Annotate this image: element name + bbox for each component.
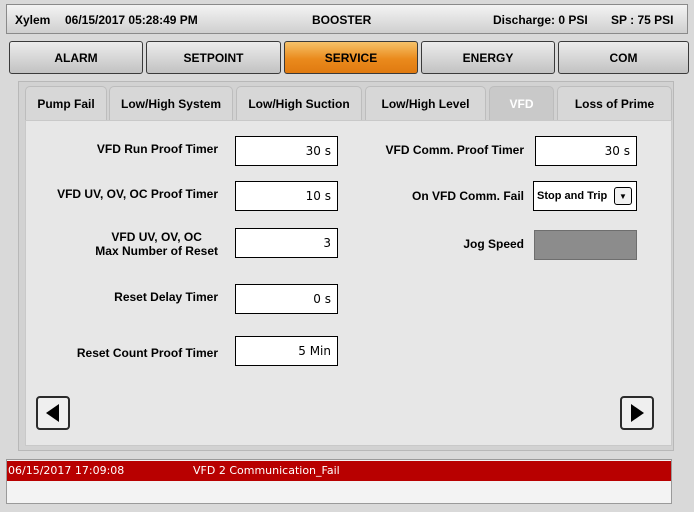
datetime-label: 06/15/2017 05:28:49 PM: [65, 13, 198, 27]
vfd-max-reset-label-line1: VFD UV, OV, OC: [111, 230, 202, 244]
vfd-run-proof-timer-label: VFD Run Proof Timer: [96, 142, 218, 156]
left-arrow-icon: [46, 404, 59, 422]
on-vfd-comm-fail-select[interactable]: Stop and Trip ▼: [533, 181, 637, 211]
jog-speed-label: Jog Speed: [463, 237, 524, 251]
jog-speed-field: [534, 230, 637, 260]
nav-setpoint-button[interactable]: SETPOINT: [146, 41, 281, 74]
vfd-uv-ov-oc-proof-timer-field[interactable]: 10 s: [235, 181, 338, 211]
vfd-comm-proof-timer-field[interactable]: 30 s: [535, 136, 637, 166]
header-bar: Xylem 06/15/2017 05:28:49 PM BOOSTER Dis…: [6, 4, 688, 34]
brand-label: Xylem: [15, 13, 51, 27]
tab-loss-of-prime[interactable]: Loss of Prime: [557, 86, 672, 120]
dropdown-arrow-icon[interactable]: ▼: [614, 187, 632, 205]
previous-page-button[interactable]: [36, 396, 70, 430]
tab-low-high-level[interactable]: Low/High Level: [365, 86, 486, 120]
vfd-settings-form: [25, 120, 672, 446]
nav-energy-button[interactable]: ENERGY: [421, 41, 555, 74]
discharge-label: Discharge: 0 PSI: [493, 13, 588, 27]
reset-count-proof-timer-field[interactable]: 5 Min: [235, 336, 338, 366]
tab-vfd[interactable]: VFD: [489, 86, 554, 120]
tab-pump-fail[interactable]: Pump Fail: [25, 86, 107, 120]
vfd-uv-ov-oc-proof-timer-label: VFD UV, OV, OC Proof Timer: [57, 187, 218, 201]
on-vfd-comm-fail-label: On VFD Comm. Fail: [411, 189, 524, 203]
reset-delay-timer-label: Reset Delay Timer: [114, 290, 218, 304]
alarm-banner: 06/15/2017 17:09:08 VFD 2 Communication_…: [6, 459, 672, 504]
tab-low-high-system[interactable]: Low/High System: [109, 86, 233, 120]
vfd-max-reset-field[interactable]: 3: [235, 228, 338, 258]
page-title: BOOSTER: [312, 13, 372, 27]
right-arrow-icon: [631, 404, 644, 422]
vfd-max-reset-label-line2: Max Number of Reset: [95, 244, 218, 258]
alarm-timestamp: 06/15/2017 17:09:08: [8, 464, 125, 477]
vfd-comm-proof-timer-label: VFD Comm. Proof Timer: [385, 143, 524, 157]
setpoint-label: SP : 75 PSI: [611, 13, 674, 27]
reset-count-proof-timer-label: Reset Count Proof Timer: [76, 346, 218, 360]
tab-low-high-suction[interactable]: Low/High Suction: [236, 86, 362, 120]
alarm-message: VFD 2 Communication_Fail: [193, 464, 340, 477]
on-vfd-comm-fail-value: Stop and Trip: [537, 190, 608, 202]
main-nav: ALARM SETPOINT SERVICE ENERGY COM: [9, 41, 689, 74]
vfd-max-reset-label: VFD UV, OV, OC Max Number of Reset: [95, 230, 218, 258]
vfd-run-proof-timer-field[interactable]: 30 s: [235, 136, 338, 166]
nav-alarm-button[interactable]: ALARM: [9, 41, 143, 74]
nav-com-button[interactable]: COM: [558, 41, 689, 74]
nav-service-button[interactable]: SERVICE: [284, 41, 418, 74]
reset-delay-timer-field[interactable]: 0 s: [235, 284, 338, 314]
next-page-button[interactable]: [620, 396, 654, 430]
alarm-row[interactable]: 06/15/2017 17:09:08 VFD 2 Communication_…: [7, 461, 671, 481]
